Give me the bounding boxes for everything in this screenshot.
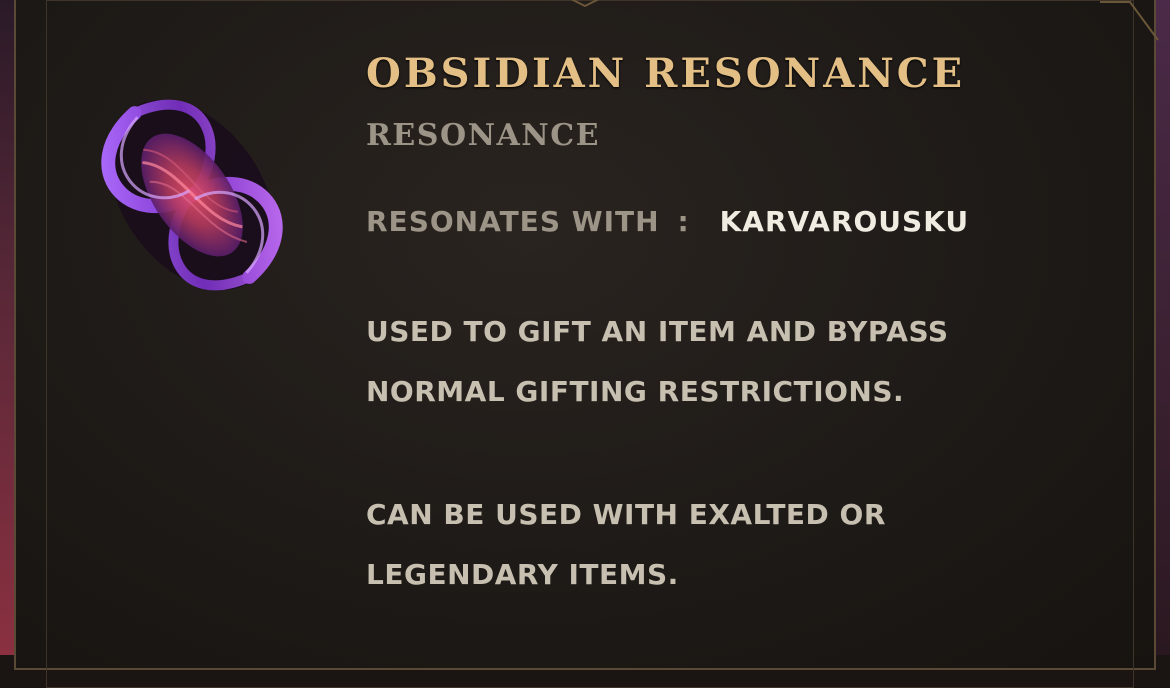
item-title: OBSIDIAN RESONANCE <box>366 50 966 97</box>
item-description-1: USED TO GIFT AN ITEM AND BYPASS NORMAL G… <box>366 315 949 408</box>
corner-ornament-icon <box>1100 0 1159 41</box>
item-type: RESONANCE <box>366 118 600 153</box>
top-ornament-icon <box>570 0 600 8</box>
item-description-2: CAN BE USED WITH EXALTED OR LEGENDARY IT… <box>366 498 886 591</box>
resonates-with-value: KARVAROUSKU <box>719 205 970 238</box>
resonates-with-row: RESONATES WITH : KARVAROUSKU <box>366 205 969 238</box>
resonates-with-separator: : <box>677 205 690 238</box>
obsidian-resonance-swirl-icon <box>70 70 315 320</box>
resonates-with-label: RESONATES WITH <box>366 205 660 238</box>
